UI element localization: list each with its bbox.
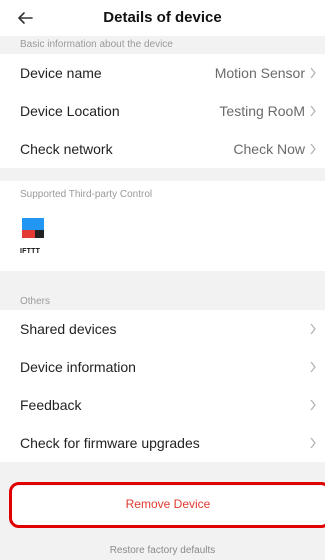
chevron-right-icon (309, 323, 317, 335)
device-information-label: Device information (20, 359, 136, 375)
chevron-right-icon (309, 143, 317, 155)
chevron-right-icon (309, 361, 317, 373)
firmware-upgrade-label: Check for firmware upgrades (20, 435, 200, 451)
others-group: Shared devices Device information Feedba… (0, 310, 325, 462)
chevron-right-icon (309, 105, 317, 117)
chevron-right-icon (309, 67, 317, 79)
section-label-others: Others (20, 296, 51, 307)
device-name-value: Motion Sensor (214, 65, 305, 81)
basic-info-group: Device name Motion Sensor Device Locatio… (0, 54, 325, 168)
device-location-label: Device Location (20, 103, 120, 119)
highlight-box (9, 482, 325, 528)
check-network-row[interactable]: Check network Check Now (0, 130, 325, 168)
shared-devices-label: Shared devices (20, 321, 117, 337)
restore-factory-defaults-link[interactable]: Restore factory defaults (0, 545, 325, 556)
feedback-row[interactable]: Feedback (0, 386, 325, 424)
chevron-right-icon (309, 437, 317, 449)
device-location-value: Testing RooM (219, 103, 305, 119)
shared-devices-row[interactable]: Shared devices (0, 310, 325, 348)
chevron-right-icon (309, 399, 317, 411)
device-location-row[interactable]: Device Location Testing RooM (0, 92, 325, 130)
device-name-row[interactable]: Device name Motion Sensor (0, 54, 325, 92)
device-information-row[interactable]: Device information (0, 348, 325, 386)
check-network-value: Check Now (233, 141, 305, 157)
ifttt-tile[interactable]: IFTTT (20, 218, 50, 258)
feedback-label: Feedback (20, 397, 82, 413)
firmware-upgrade-row[interactable]: Check for firmware upgrades (0, 424, 325, 462)
ifttt-label: IFTTT (20, 248, 41, 255)
ifttt-logo (22, 218, 44, 238)
section-label-basic: Basic information about the device (20, 39, 173, 50)
section-label-third-party: Supported Third-party Control (20, 189, 153, 200)
device-name-label: Device name (20, 65, 102, 81)
check-network-label: Check network (20, 141, 113, 157)
page-title: Details of device (103, 9, 222, 26)
header-bar: Details of device (0, 0, 325, 36)
